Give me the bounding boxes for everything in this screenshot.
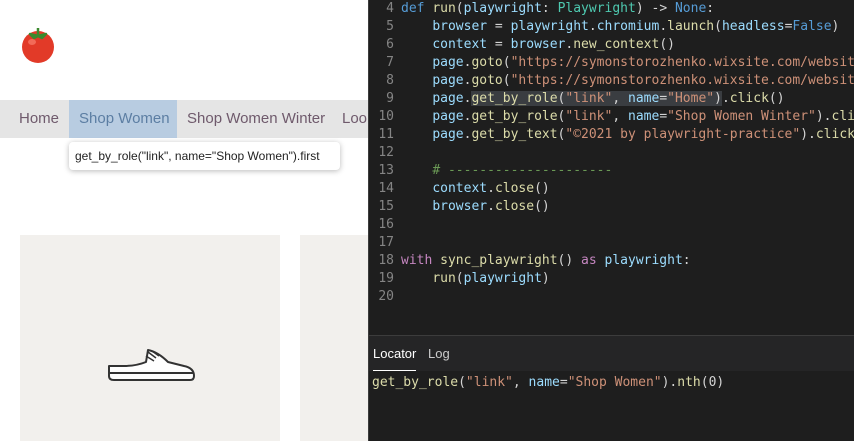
line-number: 8 — [386, 73, 394, 88]
nav-link-shop-women[interactable]: Shop Women — [69, 100, 177, 138]
code-line: page.get_by_text("©2021 by playwright-pr… — [432, 127, 854, 142]
code-line: browser.close() — [432, 199, 550, 214]
code-line: with sync_playwright() as playwright: — [401, 253, 691, 268]
product-card[interactable] — [300, 235, 368, 441]
nav-link-shop-women-winter[interactable]: Shop Women Winter — [187, 100, 325, 138]
code-line: page.goto("https://symonstorozhenko.wixs… — [432, 73, 854, 88]
line-number: 13 — [378, 163, 394, 178]
line-number: 15 — [378, 199, 394, 214]
tab-log[interactable]: Log — [428, 336, 450, 372]
nav-link-lookbook[interactable]: Loo — [342, 100, 367, 138]
site-nav: Home Shop Women Shop Women Winter Loo — [0, 100, 368, 138]
line-number: 5 — [386, 19, 394, 34]
line-number: 14 — [378, 181, 394, 196]
product-card[interactable] — [20, 235, 280, 441]
line-number: 11 — [378, 127, 394, 142]
code-line: context.close() — [432, 181, 550, 196]
code-line: context = browser.new_context() — [432, 37, 675, 52]
shoe-icon — [108, 349, 195, 381]
locator-input[interactable]: get_by_role("link", name="Shop Women").n… — [369, 371, 854, 441]
code-line: def run(playwright: Playwright) -> None: — [401, 1, 715, 16]
line-number: 19 — [378, 271, 394, 286]
locator-tooltip: get_by_role("link", name="Shop Women").f… — [69, 142, 340, 170]
code-line: page.get_by_role("link", name="Home").cl… — [432, 91, 785, 106]
line-number: 7 — [386, 55, 394, 70]
line-number: 20 — [378, 289, 394, 304]
code-line: run(playwright) — [432, 271, 550, 286]
tomato-icon[interactable] — [20, 24, 56, 64]
nav-link-home[interactable]: Home — [19, 100, 59, 138]
line-number: 18 — [378, 253, 394, 268]
tab-locator[interactable]: Locator — [373, 336, 417, 372]
code-line: browser = playwright.chromium.launch(hea… — [432, 19, 840, 34]
line-number: 12 — [378, 145, 394, 160]
code-line: # --------------------- — [432, 163, 613, 178]
inspector-panel: 4 def run(playwright: Playwright) -> None… — [368, 0, 854, 441]
code-editor[interactable]: 4 def run(playwright: Playwright) -> None… — [369, 0, 854, 335]
line-number: 9 — [386, 91, 394, 106]
line-number: 16 — [378, 217, 394, 232]
line-number: 6 — [386, 37, 394, 52]
code-line: page.get_by_role("link", name="Shop Wome… — [432, 109, 854, 124]
bottom-tab-bar: Locator Log — [369, 335, 854, 372]
code-line: page.goto("https://symonstorozhenko.wixs… — [432, 55, 854, 70]
line-number: 10 — [378, 109, 394, 124]
line-number: 4 — [386, 1, 394, 16]
line-number: 17 — [378, 235, 394, 250]
website-preview: Home Shop Women Shop Women Winter Loo ge… — [0, 0, 368, 441]
